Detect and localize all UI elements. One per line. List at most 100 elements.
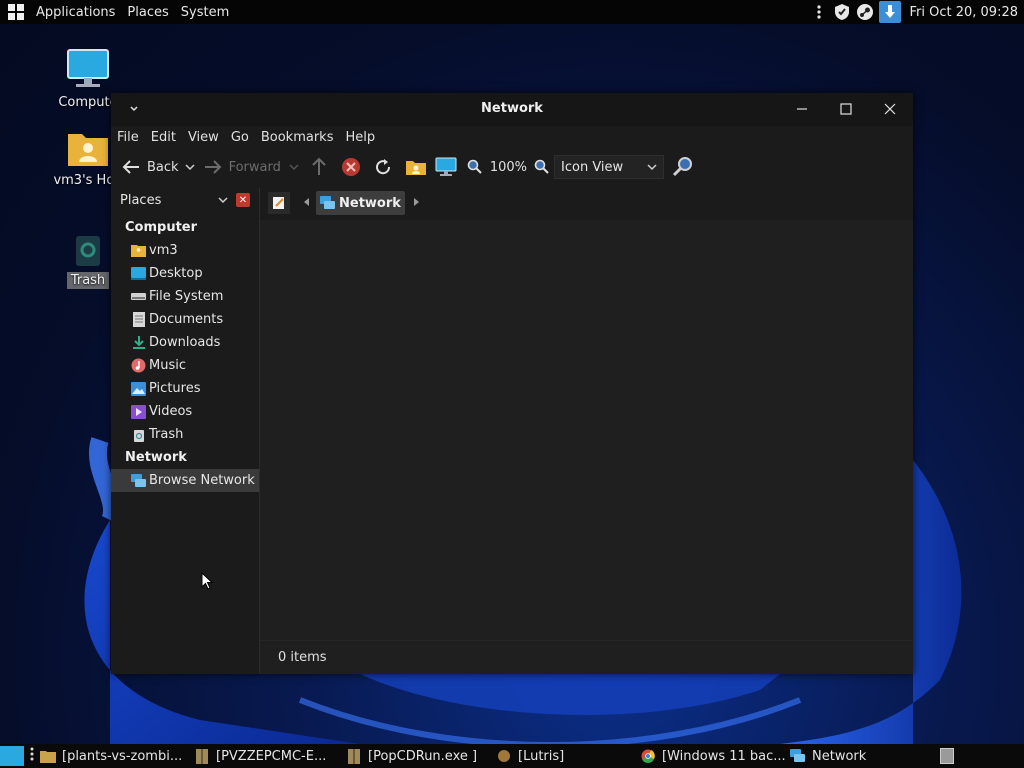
videos-icon — [131, 404, 146, 419]
section-network: Network — [125, 450, 187, 465]
system-menu[interactable]: System — [175, 5, 235, 20]
task-chrome-windows-11[interactable]: [Windows 11 bac... — [640, 744, 786, 768]
task-popcdrun[interactable]: [PopCDRun.exe ] — [346, 744, 486, 768]
search-icon — [672, 157, 693, 177]
sidebar-item-vm3[interactable]: vm3 — [111, 239, 260, 262]
task-lutris[interactable]: [Lutris] — [496, 744, 632, 768]
music-icon — [131, 358, 146, 373]
drive-icon — [131, 289, 146, 304]
task-network[interactable]: Network — [790, 744, 930, 768]
pictures-icon — [131, 381, 146, 396]
task-pvzzepcmc[interactable]: [PVZZEPCMC-E... — [194, 744, 334, 768]
home-folder-icon — [131, 243, 146, 258]
mouse-cursor-icon — [201, 572, 213, 590]
toolbar: Back Forward 100% Icon View — [111, 150, 913, 184]
chevron-down-icon[interactable] — [218, 196, 228, 204]
pathbar-left-arrow[interactable] — [302, 196, 310, 211]
taskbar-handle-icon — [30, 746, 34, 766]
network-icon — [790, 748, 806, 764]
toggle-location-entry-button[interactable] — [268, 192, 290, 214]
sidebar-item-browse-network[interactable]: Browse Network — [111, 469, 260, 590]
reload-button[interactable] — [373, 152, 393, 182]
system-tray: Fri Oct 20, 09:28 — [805, 0, 1024, 24]
stop-button[interactable] — [341, 152, 361, 182]
up-button[interactable] — [311, 152, 327, 182]
documents-icon — [131, 312, 146, 327]
sidebar-item-videos[interactable]: Videos — [111, 400, 260, 423]
arrow-left-icon — [122, 160, 139, 174]
applications-menu[interactable]: Applications — [30, 5, 121, 20]
places-menu[interactable]: Places — [121, 5, 174, 20]
reload-icon — [375, 159, 390, 175]
forward-button[interactable]: Forward — [203, 152, 281, 182]
menu-file[interactable]: File — [111, 130, 145, 145]
edit-icon — [273, 197, 284, 209]
menu-go[interactable]: Go — [225, 130, 255, 145]
computer-icon — [67, 49, 109, 87]
menu-edit[interactable]: Edit — [145, 130, 182, 145]
windows-logo-icon[interactable] — [8, 4, 24, 20]
back-button[interactable]: Back — [121, 152, 179, 182]
chevron-down-icon — [289, 164, 299, 171]
menu-help[interactable]: Help — [339, 130, 381, 145]
sidepane-header: Places ✕ — [111, 188, 260, 212]
home-folder-icon — [405, 161, 426, 175]
workspace-switcher[interactable] — [940, 748, 954, 764]
sidebar-item-file-system[interactable]: File System — [111, 285, 260, 308]
stop-icon — [341, 158, 360, 176]
sidebar-item-pictures[interactable]: Pictures — [111, 377, 260, 400]
sidebar-item-documents[interactable]: Documents — [111, 308, 260, 331]
arrow-right-icon — [204, 160, 221, 174]
statusbar: 0 items — [260, 640, 913, 674]
sidebar-item-desktop[interactable]: Desktop — [111, 262, 260, 285]
places-sidepane: Places ✕ Computer vm3 Desktop File Syste… — [111, 188, 260, 674]
steam-icon[interactable] — [856, 3, 874, 21]
zoom-out-icon — [467, 159, 482, 174]
download-icon[interactable] — [879, 1, 902, 23]
zoom-level[interactable]: 100% — [490, 152, 527, 182]
menu-view[interactable]: View — [182, 130, 225, 145]
network-icon — [320, 196, 335, 209]
forward-history-dropdown[interactable] — [289, 152, 299, 182]
sidebar-item-trash[interactable]: Trash — [111, 423, 260, 446]
desktop-icon — [131, 266, 146, 281]
window-titlebar[interactable]: Network — [111, 93, 913, 126]
menu-bookmarks[interactable]: Bookmarks — [255, 130, 340, 145]
sidepane-close-button[interactable]: ✕ — [236, 193, 250, 207]
task-plants-vs-zombies[interactable]: [plants-vs-zombi... — [40, 744, 186, 768]
more-vertical-icon[interactable] — [810, 3, 828, 21]
clock[interactable]: Fri Oct 20, 09:28 — [909, 5, 1018, 20]
sidepane-title: Places — [120, 192, 162, 208]
sidebar-item-downloads[interactable]: Downloads — [111, 331, 260, 354]
sidebar-item-music[interactable]: Music — [111, 354, 260, 377]
zoom-in-icon — [534, 159, 549, 174]
home-button[interactable] — [405, 152, 427, 182]
zoom-in-button[interactable] — [534, 152, 550, 182]
view-mode-select[interactable]: Icon View — [554, 155, 665, 179]
pathbar-right-arrow[interactable] — [413, 196, 421, 211]
menubar: File Edit View Go Bookmarks Help — [111, 126, 913, 148]
breadcrumb-network[interactable]: Network — [316, 191, 405, 215]
computer-button[interactable] — [435, 152, 457, 182]
minimize-button[interactable] — [791, 99, 813, 119]
back-history-dropdown[interactable] — [185, 152, 195, 182]
chevron-down-icon — [185, 164, 195, 171]
show-desktop-button[interactable] — [0, 746, 24, 766]
trash-icon — [131, 427, 146, 442]
search-button[interactable] — [672, 152, 694, 182]
section-computer: Computer — [125, 220, 198, 235]
maximize-button[interactable] — [835, 99, 857, 119]
file-manager-window: Network File Edit View Go Bookmarks Help… — [111, 93, 913, 674]
lutris-icon — [496, 748, 512, 764]
chevron-down-icon — [647, 164, 657, 171]
taskbar: [plants-vs-zombi... [PVZZEPCMC-E... [Pop… — [0, 744, 1024, 768]
file-view-area[interactable] — [260, 220, 913, 640]
close-button[interactable] — [879, 99, 901, 119]
archive-icon — [346, 748, 362, 764]
shield-icon[interactable] — [833, 3, 851, 21]
zoom-out-button[interactable] — [467, 152, 483, 182]
network-icon — [131, 473, 146, 488]
computer-icon — [435, 157, 457, 176]
folder-icon — [40, 748, 56, 764]
chrome-icon — [640, 748, 656, 764]
